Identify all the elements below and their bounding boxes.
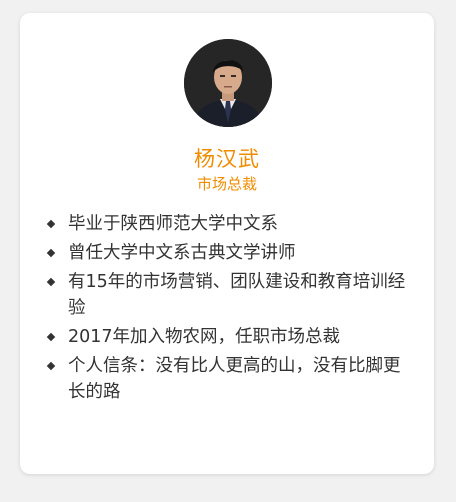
bio-item: 个人信条：没有比人更高的山，没有比脚更长的路 bbox=[46, 353, 416, 405]
diamond-bullet-icon bbox=[46, 277, 56, 287]
diamond-bullet-icon bbox=[46, 332, 56, 342]
avatar bbox=[184, 39, 272, 127]
bio-text: 有15年的市场营销、团队建设和教育培训经验 bbox=[68, 272, 406, 318]
diamond-bullet-icon bbox=[46, 361, 56, 371]
bio-text: 2017年加入物农网，任职市场总裁 bbox=[68, 327, 341, 347]
diamond-bullet-icon bbox=[46, 248, 56, 258]
bio-text: 个人信条：没有比人更高的山，没有比脚更长的路 bbox=[68, 356, 401, 402]
person-name: 杨汉武 bbox=[194, 147, 260, 171]
bio-text: 曾任大学中文系古典文学讲师 bbox=[68, 243, 296, 263]
person-title: 市场总裁 bbox=[196, 175, 257, 193]
bio-list: 毕业于陕西师范大学中文系 曾任大学中文系古典文学讲师 有15年的市场营销、团队建… bbox=[46, 211, 416, 408]
diamond-bullet-icon bbox=[46, 219, 56, 229]
bio-text: 毕业于陕西师范大学中文系 bbox=[68, 214, 278, 234]
bio-item: 曾任大学中文系古典文学讲师 bbox=[46, 240, 416, 266]
bio-item: 毕业于陕西师范大学中文系 bbox=[46, 211, 416, 237]
bio-item: 2017年加入物农网，任职市场总裁 bbox=[46, 324, 416, 350]
profile-card: 杨汉武 市场总裁 毕业于陕西师范大学中文系 曾任大学中文系古典文学讲师 有15年… bbox=[20, 13, 434, 474]
bio-item: 有15年的市场营销、团队建设和教育培训经验 bbox=[46, 269, 416, 321]
